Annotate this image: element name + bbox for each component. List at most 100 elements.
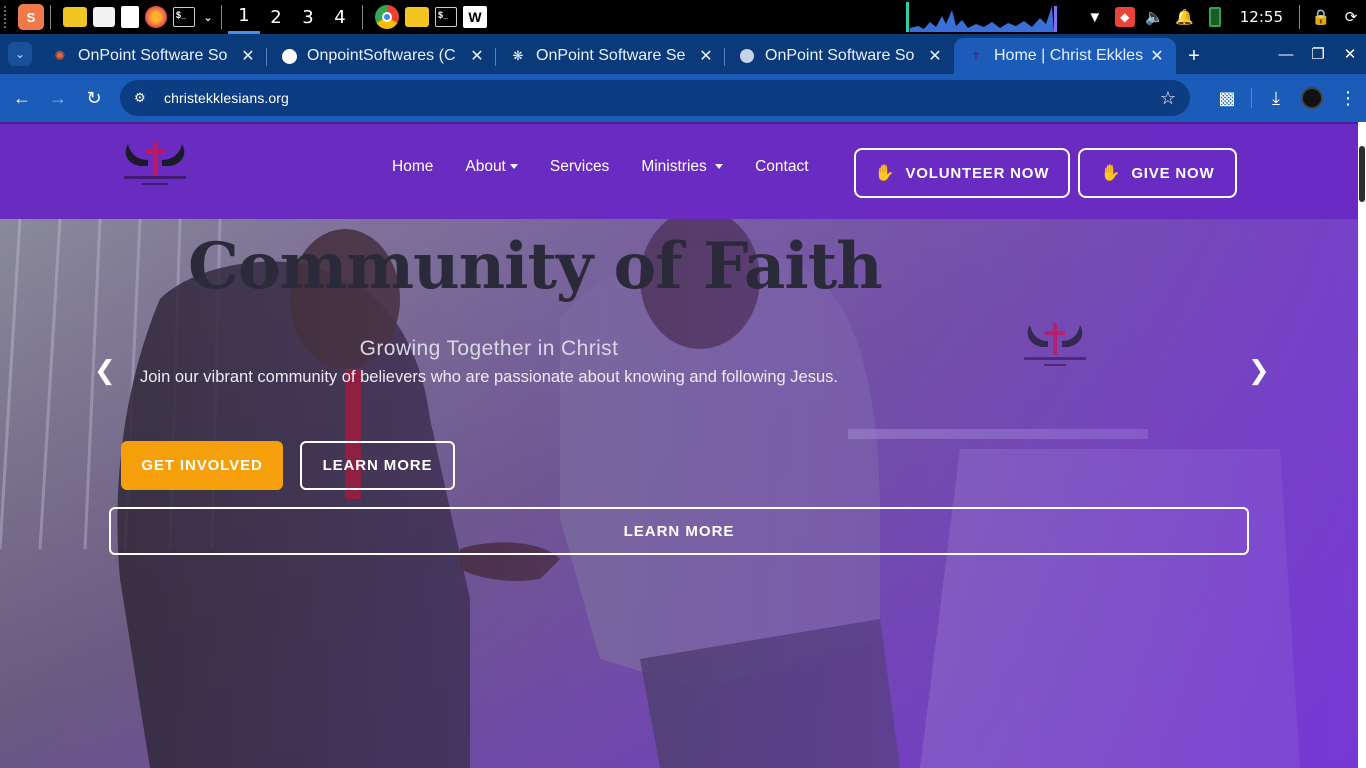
scrollbar-thumb[interactable]: [1359, 146, 1365, 202]
learn-more-wide-label: LEARN MORE: [623, 522, 735, 540]
taskbar-separator: [1299, 5, 1300, 29]
tab-search-chevron-icon[interactable]: ⌄: [8, 42, 32, 66]
os-taskbar: S $_ ⌄ 1 2 3 4 $_ W ▼ ◆ 🔈 🔔 12:55 🔒 ⟳: [0, 0, 1366, 34]
volume-icon[interactable]: 🔈: [1140, 0, 1170, 34]
taskbar-separator: [362, 5, 363, 29]
browser-tab[interactable]: ✺ OnPoint Software So ✕: [38, 38, 267, 74]
browser-tab-active[interactable]: ✝ Home | Christ Ekkles ✕: [954, 38, 1176, 74]
terminal-icon[interactable]: $_: [173, 7, 195, 27]
files-icon[interactable]: [93, 7, 115, 27]
browser-tab[interactable]: ❋ OnPoint Software Se ✕: [496, 38, 725, 74]
clock[interactable]: 12:55: [1230, 8, 1293, 26]
caret-down-icon: [509, 164, 518, 170]
close-icon[interactable]: ✕: [239, 46, 257, 66]
nav-home[interactable]: Home: [392, 158, 433, 176]
nav-about-label: About: [465, 158, 506, 175]
hero-carousel: Community of Faith Growing Together in C…: [0, 219, 1358, 768]
workspace-2[interactable]: 2: [260, 0, 292, 34]
taskbar-grip: [4, 6, 12, 28]
volunteer-now-label: VOLUNTEER NOW: [905, 164, 1050, 182]
close-icon[interactable]: ✕: [926, 46, 944, 66]
site-favicon-icon: ✝: [970, 48, 982, 63]
chevron-down-icon[interactable]: ⌄: [201, 4, 215, 30]
forward-arrow-icon[interactable]: →: [40, 80, 76, 116]
caret-down-icon: [715, 164, 724, 170]
anydesk-icon[interactable]: ◆: [1110, 0, 1140, 34]
battery-icon[interactable]: [1200, 0, 1230, 34]
minimize-icon[interactable]: —: [1270, 46, 1302, 63]
nav-services[interactable]: Services: [550, 158, 609, 176]
tab-title: OnpointSoftwares (C: [307, 47, 456, 64]
close-window-icon[interactable]: ✕: [1334, 45, 1366, 63]
hand-holding-heart-icon: ✋: [1100, 165, 1122, 182]
wifi-icon[interactable]: ▼: [1080, 0, 1110, 34]
cpu-graph: [906, 2, 1058, 32]
learn-more-wide-button[interactable]: LEARN MORE: [109, 507, 1249, 555]
nav-home-label: Home: [392, 158, 434, 175]
page-scrollbar[interactable]: [1358, 122, 1366, 768]
site-navbar: Home About Services Ministries Contact ✋…: [0, 122, 1358, 219]
firefox-icon[interactable]: [145, 6, 167, 28]
volunteer-now-button[interactable]: ✋ VOLUNTEER NOW: [854, 148, 1070, 198]
reload-icon[interactable]: ↻: [76, 80, 112, 116]
tab-title: Home | Christ Ekkles: [994, 47, 1144, 64]
close-icon[interactable]: ✕: [697, 46, 715, 66]
give-now-label: GIVE NOW: [1131, 164, 1215, 182]
terminal-icon[interactable]: $_: [435, 7, 457, 27]
tab-title: OnPoint Software So: [78, 47, 228, 64]
browser-tab-strip: ⌄ ✺ OnPoint Software So ✕ OnpointSoftwar…: [0, 34, 1366, 74]
app-launcher-icon[interactable]: S: [18, 4, 44, 30]
give-now-button[interactable]: ✋ GIVE NOW: [1078, 148, 1237, 198]
profile-avatar[interactable]: [1301, 87, 1323, 109]
nav-contact[interactable]: Contact: [755, 158, 808, 176]
church-logo[interactable]: [118, 136, 192, 192]
get-involved-button[interactable]: GET INVOLVED: [121, 441, 283, 490]
extensions-icon[interactable]: ▩: [1209, 80, 1245, 116]
toolbar-divider: [1251, 88, 1252, 108]
get-involved-label: GET INVOLVED: [141, 457, 263, 474]
hero-subtitle: Growing Together in Christ: [359, 337, 619, 360]
carousel-next-chevron-icon[interactable]: ❯: [1248, 355, 1270, 385]
tab-title: OnPoint Software Se: [536, 47, 686, 64]
text-editor-icon[interactable]: [121, 6, 139, 28]
nav-contact-label: Contact: [755, 158, 809, 175]
browser-tab[interactable]: OnpointSoftwares (C ✕: [267, 38, 496, 74]
back-arrow-icon[interactable]: ←: [4, 80, 40, 116]
toolbar-actions: ▩ ⤓ ⋮: [1209, 74, 1366, 122]
power-icon[interactable]: ⟳: [1336, 0, 1366, 34]
writer-app-icon[interactable]: W: [463, 6, 487, 28]
openai-icon: ❋: [512, 48, 524, 63]
address-bar[interactable]: ⚙ christekklesians.org ☆: [120, 80, 1190, 116]
file-manager-icon[interactable]: [63, 7, 87, 27]
menu-kebab-icon[interactable]: ⋮: [1330, 80, 1366, 116]
nav-ministries[interactable]: Ministries: [641, 158, 724, 176]
nav-about[interactable]: About: [465, 158, 518, 176]
close-icon[interactable]: ✕: [468, 46, 486, 66]
notification-bell-icon[interactable]: 🔔: [1170, 0, 1200, 34]
lock-icon[interactable]: 🔒: [1306, 0, 1336, 34]
github-icon: [281, 48, 297, 64]
chrome-icon[interactable]: [375, 5, 399, 29]
nav-services-label: Services: [549, 158, 610, 175]
workspace-4[interactable]: 4: [324, 0, 356, 34]
download-icon[interactable]: ⤓: [1258, 80, 1294, 116]
taskbar-separator: [221, 5, 222, 29]
hero-title: Community of Faith: [188, 229, 883, 304]
bookmark-star-icon[interactable]: ☆: [1160, 88, 1176, 109]
new-tab-button[interactable]: +: [1176, 38, 1212, 74]
close-icon[interactable]: ✕: [1148, 46, 1166, 66]
workspace-3[interactable]: 3: [292, 0, 324, 34]
learn-more-button[interactable]: LEARN MORE: [300, 441, 455, 490]
nav-ministries-label: Ministries: [641, 158, 707, 175]
system-tray: ▼ ◆ 🔈 🔔 12:55 🔒 ⟳: [1080, 0, 1366, 34]
browser-tab[interactable]: OnPoint Software So ✕: [725, 38, 954, 74]
onpoint-spark-icon: ✺: [54, 48, 66, 63]
tab-title: OnPoint Software So: [765, 47, 915, 64]
carousel-prev-chevron-icon[interactable]: ❮: [94, 355, 116, 385]
browser-toolbar: ← → ↻ ⚙ christekklesians.org ☆ ▩ ⤓ ⋮: [0, 74, 1366, 122]
url-text[interactable]: christekklesians.org: [164, 90, 1160, 106]
restore-icon[interactable]: ❐: [1302, 45, 1334, 63]
site-info-icon[interactable]: ⚙: [134, 90, 154, 106]
workspace-1[interactable]: 1: [228, 0, 260, 34]
folder-icon[interactable]: [405, 7, 429, 27]
